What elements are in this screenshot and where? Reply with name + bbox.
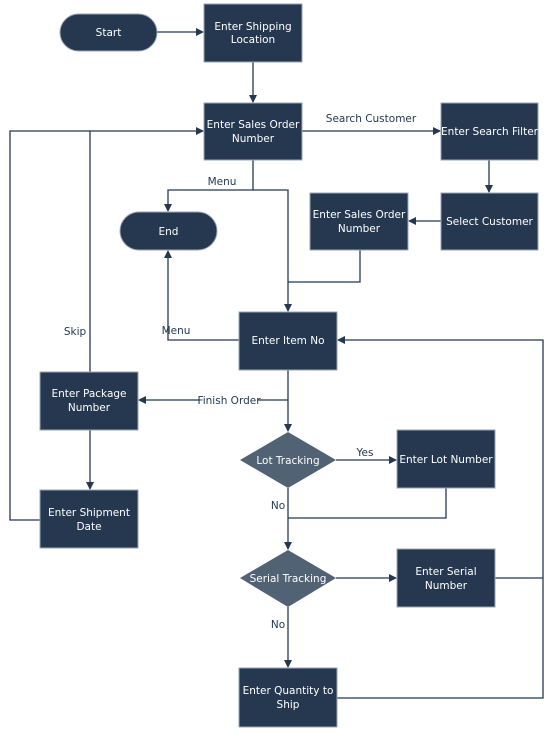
label-finish-order: Finish Order	[197, 395, 261, 407]
svg-text:Serial Tracking: Serial Tracking	[250, 573, 327, 585]
svg-text:End: End	[159, 226, 179, 238]
svg-text:Number: Number	[338, 223, 381, 235]
edge-quantity-item	[337, 336, 544, 699]
label-skip: Skip	[64, 326, 87, 338]
label-search-customer: Search Customer	[326, 113, 417, 125]
svg-text:Enter Search Filter: Enter Search Filter	[441, 126, 539, 138]
node-sales-order: Enter Sales Order Number	[203, 102, 303, 161]
svg-text:Enter Quantity to: Enter Quantity to	[243, 685, 334, 697]
label-yes: Yes	[356, 447, 374, 459]
node-shipment-date: Enter Shipment Date	[39, 489, 139, 549]
svg-text:Start: Start	[96, 27, 122, 39]
decision-serial-tracking: Serial Tracking	[240, 550, 336, 607]
flowchart: Search Customer Menu Menu Skip Finish Or…	[9, 3, 544, 728]
svg-text:Location: Location	[231, 34, 275, 46]
svg-text:Select Customer: Select Customer	[446, 216, 533, 228]
node-end: End	[119, 211, 218, 251]
svg-text:Number: Number	[425, 580, 468, 592]
svg-text:Enter Serial: Enter Serial	[415, 566, 476, 578]
svg-text:Enter Shipping: Enter Shipping	[214, 21, 291, 33]
svg-text:Enter Sales Order: Enter Sales Order	[207, 119, 300, 131]
svg-text:Date: Date	[76, 521, 101, 533]
svg-text:Enter Sales Order: Enter Sales Order	[313, 209, 406, 221]
node-start: Start	[59, 13, 158, 52]
svg-text:Enter Lot Number: Enter Lot Number	[399, 454, 493, 466]
svg-text:Lot Tracking: Lot Tracking	[256, 455, 319, 467]
svg-text:Enter Package: Enter Package	[51, 388, 126, 400]
svg-text:Ship: Ship	[277, 699, 300, 711]
edge-sales-item	[253, 189, 292, 312]
node-quantity-to-ship: Enter Quantity to Ship	[238, 667, 338, 728]
node-item-no: Enter Item No	[238, 311, 338, 371]
label-no: No	[271, 500, 285, 512]
node-shipping-location: Enter Shipping Location	[203, 3, 303, 63]
edge-lotnum-serial	[288, 488, 447, 519]
svg-text:Number: Number	[68, 402, 111, 414]
node-sales-order-2: Enter Sales Order Number	[309, 192, 409, 251]
node-lot-number: Enter Lot Number	[396, 429, 496, 489]
decision-lot-tracking: Lot Tracking	[240, 432, 336, 488]
edge-sales2-item	[288, 250, 361, 283]
node-search-filter: Enter Search Filter	[440, 102, 539, 161]
svg-text:Number: Number	[232, 133, 275, 145]
node-serial-number: Enter Serial Number	[396, 548, 496, 608]
label-menu: Menu	[208, 176, 237, 188]
node-select-customer: Select Customer	[440, 192, 539, 251]
svg-text:Enter Shipment: Enter Shipment	[48, 507, 130, 519]
label-menu: Menu	[162, 325, 191, 337]
label-no: No	[271, 619, 285, 631]
node-package-number: Enter Package Number	[39, 371, 139, 431]
svg-text:Enter Item No: Enter Item No	[251, 335, 324, 347]
